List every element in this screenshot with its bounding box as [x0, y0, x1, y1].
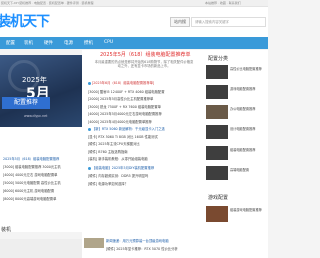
sidebar-item-label[interactable]: 组装游戏电脑配置推荐: [230, 208, 264, 212]
news-title[interactable]: 新闻速递：用万元预算装一台顶级游戏电脑: [106, 238, 202, 243]
bullet-icon: [88, 81, 91, 85]
list-item[interactable]: 2025年5月（618）组装电脑配置推荐: [3, 156, 81, 161]
sidebar-item-label[interactable]: 设计电脑配置推荐: [230, 127, 264, 131]
top-bar-text: 装机天下-DIY装机推荐 · 电脑配置 · 装机配置单 · 硬件评测 · 装机教…: [1, 1, 94, 5]
list-item[interactable]: [5000] 5000元电脑配置 高性价比主机: [3, 180, 81, 185]
search-button[interactable]: 站内搜: [170, 17, 190, 27]
top-bar-links[interactable]: 本站推荐 · 收藏 · 联系我们: [205, 1, 241, 5]
list-item[interactable]: [硬件] 电源功率如何选择？: [88, 181, 202, 186]
list-item[interactable]: [2025年6月（618）组装电脑配置推荐单]: [88, 80, 202, 85]
sidebar-item-label[interactable]: 游戏电脑配置推荐: [230, 87, 264, 91]
site-logo[interactable]: 装机天下: [0, 11, 50, 31]
sidebar-section-title: 游戏配置: [208, 195, 229, 201]
list-item[interactable]: [8000] 8000元高端游戏电脑配置单: [3, 196, 81, 201]
search-input[interactable]: 请输入搜索内容关键字: [191, 17, 266, 27]
nav-item-power[interactable]: 电源: [64, 40, 73, 46]
nav-item-cpu[interactable]: CPU: [104, 40, 113, 45]
nav-item-hardware[interactable]: 硬件: [44, 40, 53, 46]
list-item[interactable]: [硬件] 内存超频实测：DDR5 提升明显吗: [88, 173, 202, 178]
news-thumbnail[interactable]: [84, 238, 104, 248]
nav-item-diy[interactable]: 攒机: [84, 40, 93, 46]
sidebar-thumb[interactable]: [206, 146, 228, 160]
nav-item-build[interactable]: 装机: [24, 40, 33, 46]
headline-summary: 本月最重要的热点就是即将开始的618购物节，除了相关配件价格变动之外，还有显卡市…: [94, 60, 194, 68]
sidebar-thumb[interactable]: [206, 166, 228, 180]
list-item[interactable]: [3000] 组装电脑配置推荐 3000元主机: [3, 164, 81, 169]
sidebar-item-label[interactable]: 高性价比电脑配置推荐: [230, 67, 264, 71]
nav-item-config[interactable]: 配置: [6, 40, 15, 46]
list-item-label: 【组装电脑】2025年5月DIY装机配置推荐: [92, 166, 155, 170]
sidebar-title: 配置分类: [208, 56, 229, 62]
list-item[interactable]: [6000] 6000元主机 游戏电脑配置: [3, 188, 81, 193]
list-item-label: 【新】RTX 5060 新品解析：千元级显卡入门之选: [92, 127, 165, 131]
list-item[interactable]: [硬件] 2025年显卡推荐：RTX 5070 性价比分析: [106, 246, 202, 251]
list-item[interactable]: [3000] 酷睿i5 12400F + RTX 4060 组装电脑配置: [88, 89, 202, 94]
list-item[interactable]: 【组装电脑】2025年5月DIY装机配置推荐: [88, 165, 202, 170]
list-item[interactable]: [装机] 新手装机教程：从零开始组装电脑: [88, 156, 202, 161]
section-title-build[interactable]: 装机: [1, 226, 11, 233]
headline-link[interactable]: 2025年5月（618）组装电脑配置推荐单: [100, 51, 190, 58]
banner-tag: 配置推荐: [2, 97, 50, 109]
sidebar-thumb[interactable]: [206, 85, 228, 99]
sidebar-thumb[interactable]: [206, 105, 228, 119]
main-nav: 配置 装机 硬件 电源 攒机 CPU: [0, 37, 268, 49]
list-item[interactable]: [硬件] B760 主板选购指南: [88, 149, 202, 154]
sidebar-thumb[interactable]: [206, 206, 228, 222]
feature-banner[interactable]: 2025年 5月 配置推荐 www.diypc.net: [0, 55, 82, 127]
top-bar: 装机天下-DIY装机推荐 · 电脑配置 · 装机配置单 · 硬件评测 · 装机教…: [0, 0, 268, 7]
list-item[interactable]: [显卡] RTX 5060 Ti 8GB 对比 16GB 性能测试: [88, 134, 202, 139]
list-item-label: [2025年6月（618）组装电脑配置推荐单]: [92, 81, 155, 85]
list-item[interactable]: [4000] 2025年4月4000元电脑配置单推荐: [88, 119, 202, 124]
banner-site: www.diypc.net: [24, 114, 48, 118]
sidebar-item-label[interactable]: 高端电脑配置: [230, 168, 264, 172]
list-item[interactable]: [2000] 2025年5月高性价比主机配置推荐单: [88, 96, 202, 101]
sidebar-thumb[interactable]: [206, 65, 228, 79]
page: 装机天下-DIY装机推荐 · 电脑配置 · 装机配置单 · 硬件评测 · 装机教…: [0, 0, 268, 258]
list-item[interactable]: [硬件] 2025年主流CPU天梯图对比: [88, 141, 202, 146]
list-item[interactable]: [4000] 2025年5月4000元左右游戏电脑配置推荐: [88, 111, 202, 116]
bullet-icon: [88, 127, 91, 131]
sidebar-thumb[interactable]: [206, 125, 228, 139]
sidebar-item-label[interactable]: 办公电脑配置推荐: [230, 107, 264, 111]
sidebar-item-label[interactable]: 组装电脑配置推荐: [230, 148, 264, 152]
list-item[interactable]: [3000] 锐龙 7500F + RX 7600 组装电脑配置单: [88, 104, 202, 109]
list-item[interactable]: [4000] 4000元左右 游戏电脑配置单: [3, 172, 81, 177]
bullet-icon: [88, 166, 91, 170]
list-item[interactable]: 【新】RTX 5060 新品解析：千元级显卡入门之选: [88, 126, 202, 131]
left-photo-strip: [0, 239, 82, 258]
